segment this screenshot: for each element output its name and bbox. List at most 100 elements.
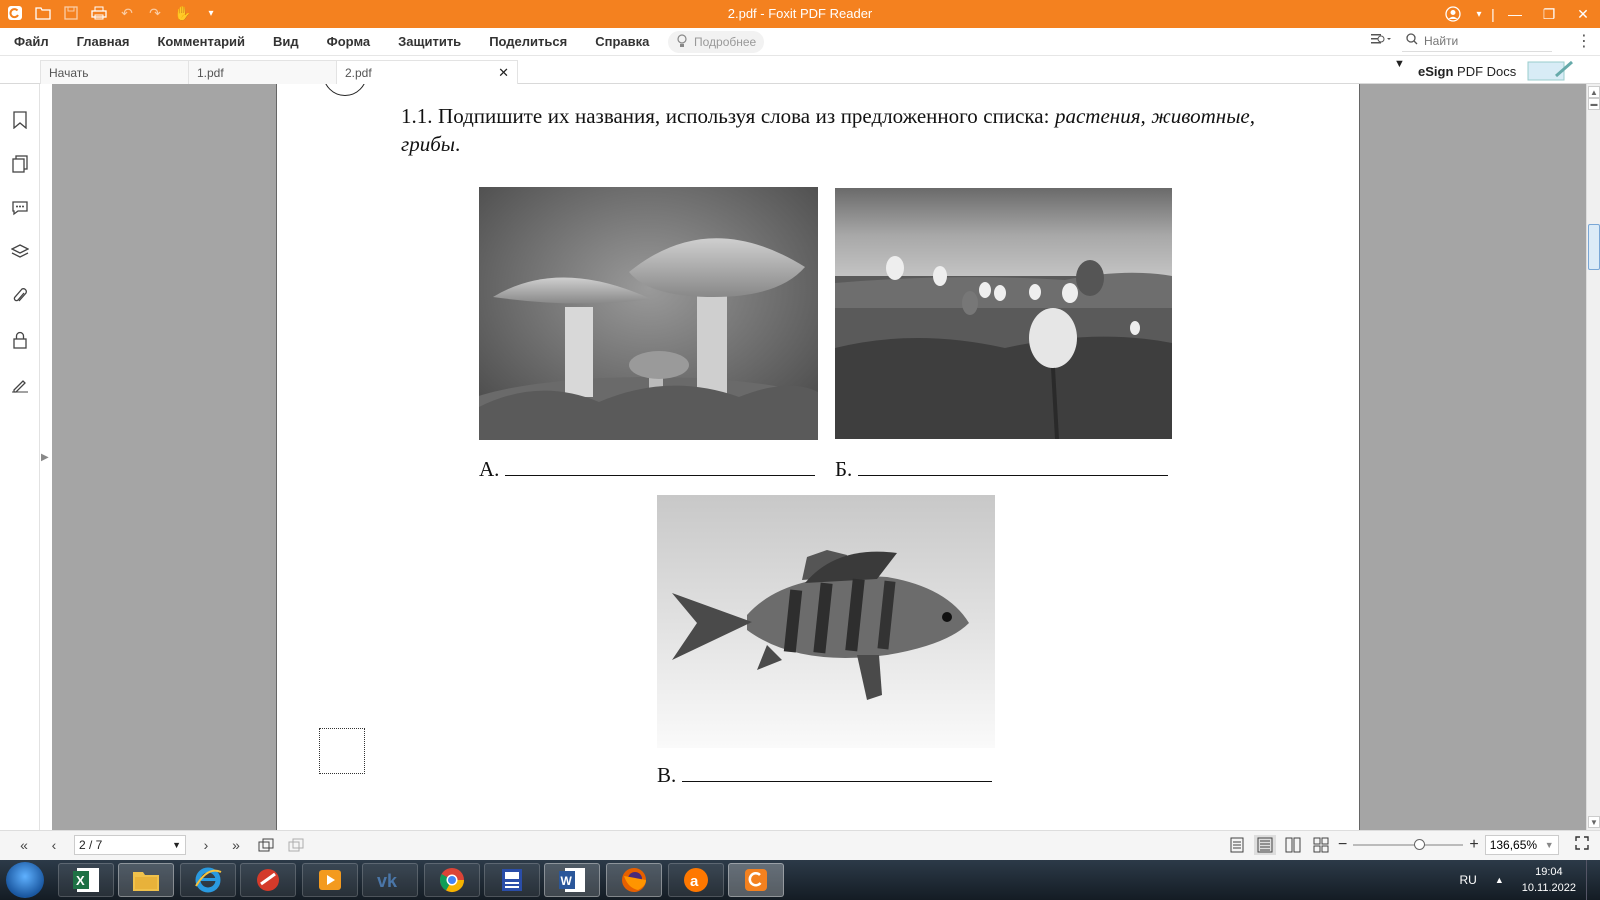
foxit-reader-icon[interactable] <box>728 863 784 897</box>
zoom-slider-knob[interactable] <box>1414 839 1426 850</box>
lock-icon[interactable] <box>10 330 30 350</box>
word-icon[interactable]: W <box>544 863 600 897</box>
save-icon[interactable] <box>62 4 80 22</box>
start-button[interactable] <box>6 862 44 898</box>
status-bar: « ‹ 2 / 7 ▼ › » − + 136,65% ▼ <box>0 830 1600 860</box>
open-folder-icon[interactable] <box>34 4 52 22</box>
app-icon[interactable] <box>484 863 540 897</box>
zoom-in-icon[interactable]: + <box>1469 836 1478 854</box>
zoom-slider[interactable] <box>1353 835 1464 855</box>
scroll-up-icon[interactable]: ▲ <box>1588 86 1600 98</box>
answer-line-b <box>858 456 1169 476</box>
svg-text:W: W <box>561 874 573 888</box>
vk-icon[interactable]: vk <box>362 863 418 897</box>
first-page-icon[interactable]: « <box>14 835 34 855</box>
signature-icon[interactable] <box>10 374 30 394</box>
scroll-split-icon[interactable]: ▬ <box>1588 98 1600 110</box>
comments-icon[interactable] <box>10 198 30 218</box>
scrollbar-thumb[interactable] <box>1588 224 1600 270</box>
lightbulb-icon <box>676 33 688 51</box>
account-icon[interactable] <box>1436 0 1470 28</box>
question-text: 1.1. Подпишите их названия, используя сл… <box>401 102 1255 158</box>
layers-icon[interactable] <box>10 242 30 262</box>
search-input[interactable] <box>1424 33 1539 48</box>
tab-1pdf[interactable]: 1.pdf <box>188 60 338 84</box>
document-canvas[interactable]: 1.1. Подпишите их названия, используя сл… <box>52 84 1586 830</box>
scroll-down-icon[interactable]: ▼ <box>1588 816 1600 828</box>
menu-share[interactable]: Поделиться <box>475 34 581 49</box>
fish-photo <box>657 495 995 748</box>
avast-icon[interactable]: a <box>668 863 724 897</box>
menu-comment[interactable]: Комментарий <box>143 34 259 49</box>
previous-view-icon[interactable] <box>256 835 276 855</box>
next-page-icon[interactable]: › <box>196 835 216 855</box>
hand-tool-icon[interactable]: ✋ <box>174 4 192 22</box>
excel-icon[interactable]: X <box>58 863 114 897</box>
menu-view[interactable]: Вид <box>259 34 313 49</box>
language-indicator[interactable]: RU <box>1449 873 1486 887</box>
search-input-container[interactable] <box>1402 30 1552 52</box>
panel-expand-icon[interactable]: ▶ <box>41 452 49 463</box>
pages-icon[interactable] <box>10 154 30 174</box>
esign-panel[interactable]: ▼ eSign PDF Docs <box>1394 58 1576 85</box>
mushrooms-photo <box>479 187 818 440</box>
more-options-icon[interactable]: ⋮ <box>1576 31 1592 51</box>
clock-time: 19:04 <box>1535 866 1563 878</box>
close-tab-icon[interactable]: ✕ <box>498 65 509 81</box>
clock-date: 10.11.2022 <box>1521 882 1576 894</box>
redo-icon[interactable]: ↷ <box>146 4 164 22</box>
undo-icon[interactable]: ↶ <box>118 4 136 22</box>
facing-pages-icon[interactable] <box>1282 835 1304 855</box>
show-desktop-button[interactable] <box>1586 860 1600 900</box>
tab-label: Начать <box>49 66 89 80</box>
previous-page-icon[interactable]: ‹ <box>44 835 64 855</box>
search-area: ⋮ <box>1370 30 1592 52</box>
restore-icon[interactable]: ❐ <box>1532 0 1566 28</box>
menu-file[interactable]: Файл <box>14 34 63 49</box>
vertical-scrollbar[interactable]: ▲ ▬ ▼ <box>1586 84 1600 830</box>
chrome-icon[interactable] <box>424 863 480 897</box>
continuous-page-icon[interactable] <box>1254 835 1276 855</box>
print-icon[interactable] <box>90 4 108 22</box>
menu-protect[interactable]: Защитить <box>384 34 475 49</box>
menu-bar: Файл Главная Комментарий Вид Форма Защит… <box>0 28 1600 56</box>
ribbon-options-icon[interactable]: ▾ <box>1470 0 1488 28</box>
single-page-icon[interactable] <box>1226 835 1248 855</box>
minimize-icon[interactable]: — <box>1498 0 1532 28</box>
chevron-down-icon[interactable]: ▼ <box>1394 58 1405 70</box>
file-explorer-icon[interactable] <box>118 863 174 897</box>
page-number-field[interactable]: 2 / 7 ▼ <box>74 835 186 855</box>
show-hidden-icons-icon[interactable]: ▲ <box>1487 875 1512 885</box>
internet-explorer-icon[interactable] <box>180 863 236 897</box>
zoom-out-icon[interactable]: − <box>1338 836 1347 854</box>
chevron-down-icon[interactable]: ▼ <box>172 840 181 850</box>
title-bar: ↶ ↷ ✋ ▾ 2.pdf - Foxit PDF Reader ▾ | — ❐… <box>0 0 1600 28</box>
customize-toolbar-icon[interactable]: ▾ <box>202 4 220 22</box>
navigation-panel <box>0 84 40 830</box>
menu-home[interactable]: Главная <box>63 34 144 49</box>
attachment-icon[interactable] <box>10 286 30 306</box>
tab-2pdf[interactable]: 2.pdf ✕ <box>336 60 518 84</box>
tab-start[interactable]: Начать <box>40 60 190 84</box>
pdf-page: 1.1. Подпишите их названия, используя сл… <box>276 84 1360 830</box>
zoom-level-field[interactable]: 136,65% ▼ <box>1484 835 1559 855</box>
close-icon[interactable]: ✕ <box>1566 0 1600 28</box>
caption-c: В. <box>657 762 993 788</box>
chevron-down-icon[interactable]: ▼ <box>1545 840 1554 850</box>
app-icon[interactable] <box>240 863 296 897</box>
bookmark-icon[interactable] <box>10 110 30 130</box>
fullscreen-icon[interactable] <box>1574 835 1589 855</box>
clock[interactable]: 19:04 10.11.2022 <box>1512 864 1586 896</box>
tell-me-box[interactable]: Подробнее <box>668 31 765 53</box>
firefox-icon[interactable] <box>606 863 662 897</box>
search-options-icon[interactable] <box>1370 32 1392 51</box>
caption-a: А. <box>479 456 816 482</box>
next-view-icon[interactable] <box>286 835 306 855</box>
answer-line-c <box>682 762 993 782</box>
last-page-icon[interactable]: » <box>226 835 246 855</box>
media-player-icon[interactable] <box>302 863 358 897</box>
continuous-facing-icon[interactable] <box>1310 835 1332 855</box>
menu-form[interactable]: Форма <box>313 34 384 49</box>
windows-taskbar: X vk W a RU ▲ 19:04 10.11.2022 <box>0 860 1600 900</box>
menu-help[interactable]: Справка <box>581 34 663 49</box>
